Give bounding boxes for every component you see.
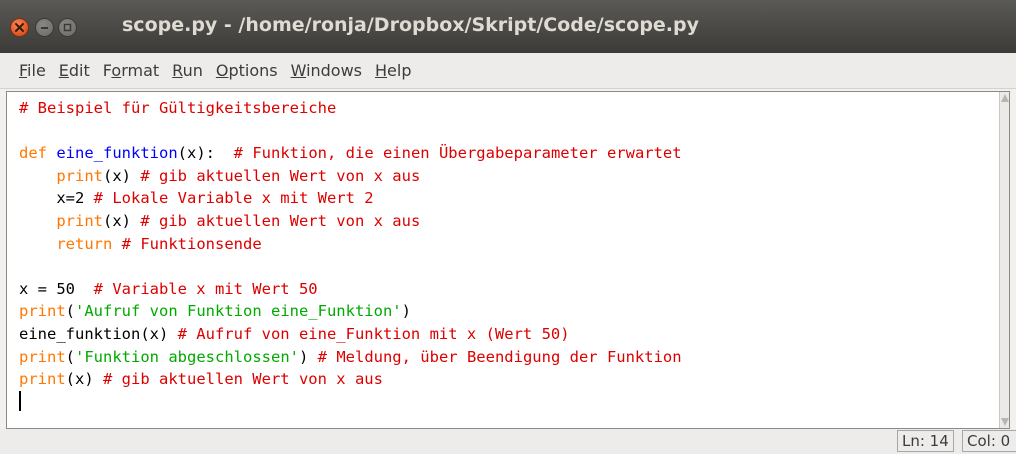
minimize-icon xyxy=(41,27,48,29)
minimize-button[interactable] xyxy=(35,18,54,37)
code-token-keyword: print xyxy=(19,370,66,389)
menu-item-run[interactable]: Run xyxy=(172,61,203,80)
code-token-comment: # Meldung, über Beendigung der Funktion xyxy=(317,347,682,366)
line-number-indicator: Ln: 14 xyxy=(897,430,954,452)
code-token-comment: # Variable x mit Wert 50 xyxy=(93,279,318,298)
menu-item-file[interactable]: File xyxy=(19,61,46,80)
code-line[interactable] xyxy=(19,120,1000,143)
scroll-up-icon[interactable] xyxy=(1001,94,1009,102)
code-token-plain: eine_funktion(x) xyxy=(19,324,178,343)
code-token-plain: (x) xyxy=(103,211,141,230)
code-token-keyword: print xyxy=(19,211,103,230)
code-token-comment: # Aufruf von eine_Funktion mit x (Wert 5… xyxy=(177,324,570,343)
code-line[interactable] xyxy=(19,255,1000,278)
code-line[interactable]: def eine_funktion(x): # Funktion, die ei… xyxy=(19,142,1000,165)
maximize-button[interactable] xyxy=(58,18,77,37)
code-token-comment: # gib aktuellen Wert von x aus xyxy=(140,166,421,185)
code-token-plain: ) xyxy=(401,302,411,321)
code-token-comment: # Lokale Variable x mit Wert 2 xyxy=(93,189,374,208)
code-line[interactable]: x = 50 # Variable x mit Wert 50 xyxy=(19,278,1000,301)
menu-item-help[interactable]: Help xyxy=(375,61,411,80)
code-token-keyword: print xyxy=(19,302,66,321)
title-bar: scope.py - /home/ronja/Dropbox/Skript/Co… xyxy=(0,0,1016,53)
code-token-plain: (x) xyxy=(103,166,141,185)
code-token-plain: ( xyxy=(65,347,76,366)
code-line[interactable]: print(x) # gib aktuellen Wert von x aus xyxy=(19,165,1000,188)
code-editor[interactable]: # Beispiel für Gültigkeitsbereiche def ei… xyxy=(7,92,1000,428)
code-token-plain: x=2 xyxy=(19,189,94,208)
window-title: scope.py - /home/ronja/Dropbox/Skript/Co… xyxy=(122,14,700,36)
close-button[interactable] xyxy=(10,18,29,37)
code-token-comment: # Funktionsende xyxy=(121,234,262,253)
code-token-string: 'Aufruf von Funktion eine_Funktion' xyxy=(75,302,402,321)
menu-item-edit[interactable]: Edit xyxy=(59,61,90,80)
menu-bar: File Edit Format Run Options Windows Help xyxy=(0,53,1016,89)
code-token-comment: # Beispiel für Gültigkeitsbereiche xyxy=(19,99,337,117)
code-token-comment: # gib aktuellen Wert von x aus xyxy=(140,211,421,230)
code-token-string: 'Funktion abgeschlossen' xyxy=(75,347,299,366)
scroll-down-icon[interactable] xyxy=(1001,418,1009,426)
code-line[interactable]: eine_funktion(x) # Aufruf von eine_Funkt… xyxy=(19,323,1000,346)
code-token-plain: (x) xyxy=(65,370,103,389)
code-token-plain: ( xyxy=(65,302,76,321)
column-number-indicator: Col: 0 xyxy=(962,430,1016,452)
text-cursor xyxy=(19,390,21,411)
code-token-plain: ) xyxy=(298,347,318,366)
code-token-plain: x = 50 xyxy=(19,279,94,298)
maximize-icon xyxy=(63,23,72,32)
code-token-keyword: def xyxy=(19,144,47,163)
close-icon xyxy=(15,23,24,32)
code-token-plain: (x): xyxy=(177,144,234,163)
editor-frame: # Beispiel für Gültigkeitsbereiche def ei… xyxy=(6,91,1010,429)
menu-item-format[interactable]: Format xyxy=(103,61,159,80)
code-line[interactable]: print(x) # gib aktuellen Wert von x aus xyxy=(19,210,1000,233)
status-bar: Ln: 14 Col: 0 xyxy=(0,429,1016,454)
code-line[interactable]: # Beispiel für Gültigkeitsbereiche xyxy=(19,97,1000,120)
code-token-keyword: print xyxy=(19,166,103,185)
code-token-keyword: print xyxy=(19,347,66,366)
code-token-comment: # gib aktuellen Wert von x aus xyxy=(103,370,383,389)
code-token-def: eine_funktion xyxy=(56,144,178,163)
code-token-keyword: return xyxy=(19,234,113,253)
menu-item-windows[interactable]: Windows xyxy=(291,61,362,80)
menu-item-options[interactable]: Options xyxy=(216,61,278,80)
code-line[interactable] xyxy=(19,390,1000,414)
code-line[interactable]: print(x) # gib aktuellen Wert von x aus xyxy=(19,368,1000,391)
code-line[interactable]: return # Funktionsende xyxy=(19,233,1000,256)
code-line[interactable]: x=2 # Lokale Variable x mit Wert 2 xyxy=(19,187,1000,210)
code-line[interactable]: print('Aufruf von Funktion eine_Funktion… xyxy=(19,300,1000,323)
vertical-scrollbar[interactable] xyxy=(999,92,1009,428)
code-token-comment: # Funktion, die einen Übergabeparameter … xyxy=(233,144,682,163)
code-line[interactable]: print('Funktion abgeschlossen') # Meldun… xyxy=(19,346,1000,369)
